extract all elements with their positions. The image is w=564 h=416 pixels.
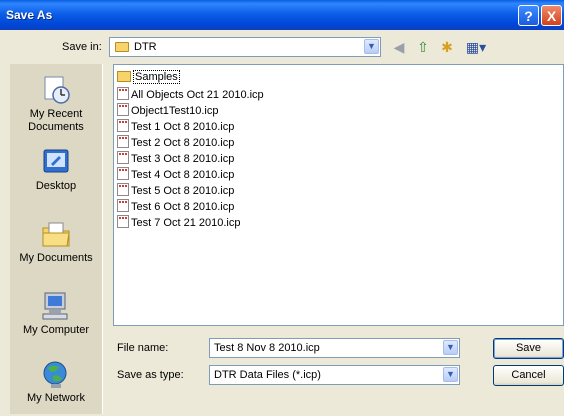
view-menu-icon[interactable]: ▦▾ bbox=[462, 38, 490, 56]
save-in-label: Save in: bbox=[62, 41, 102, 53]
chevron-down-icon[interactable]: ▼ bbox=[443, 340, 458, 355]
my-network-icon bbox=[39, 358, 73, 390]
file-icon bbox=[117, 119, 129, 132]
list-item[interactable]: Samples bbox=[117, 70, 180, 87]
places-bar: My Recent Documents Desktop My Documents bbox=[10, 64, 103, 414]
place-label: My Network bbox=[26, 392, 86, 404]
file-name: Test 3 Oct 8 2010.icp bbox=[131, 153, 235, 165]
up-folder-icon[interactable]: ⇧ bbox=[414, 38, 432, 56]
file-icon bbox=[117, 103, 129, 116]
recent-documents-icon bbox=[39, 74, 73, 106]
save-as-type-select[interactable]: DTR Data Files (*.icp) ▼ bbox=[209, 365, 460, 385]
list-item[interactable]: Test 5 Oct 8 2010.icp bbox=[117, 183, 234, 199]
save-in-value: DTR bbox=[134, 41, 157, 53]
list-item[interactable]: Object1Test10.icp bbox=[117, 103, 218, 119]
save-as-type-value: DTR Data Files (*.icp) bbox=[214, 369, 321, 381]
my-documents-icon bbox=[39, 218, 73, 250]
list-item[interactable]: Test 3 Oct 8 2010.icp bbox=[117, 151, 234, 167]
help-button[interactable]: ? bbox=[518, 5, 539, 26]
file-name: Test 1 Oct 8 2010.icp bbox=[131, 121, 235, 133]
file-name: Test 6 Oct 8 2010.icp bbox=[131, 201, 235, 213]
file-name-input[interactable]: Test 8 Nov 8 2010.icp ▼ bbox=[209, 338, 460, 358]
folder-icon bbox=[115, 42, 129, 52]
file-icon bbox=[117, 151, 129, 164]
place-my-computer[interactable]: My Computer bbox=[10, 290, 102, 337]
save-as-type-label: Save as type: bbox=[117, 369, 184, 381]
chevron-down-icon[interactable]: ▼ bbox=[443, 367, 458, 382]
file-icon bbox=[117, 135, 129, 148]
file-name: Test 2 Oct 8 2010.icp bbox=[131, 137, 235, 149]
save-in-combo[interactable]: DTR ▼ bbox=[109, 37, 381, 57]
file-list[interactable]: Samples All Objects Oct 21 2010.icp Obje… bbox=[113, 64, 564, 326]
list-item[interactable]: Test 4 Oct 8 2010.icp bbox=[117, 167, 234, 183]
place-my-documents[interactable]: My Documents bbox=[10, 218, 102, 265]
place-label: Desktop bbox=[35, 180, 77, 192]
list-item[interactable]: Test 2 Oct 8 2010.icp bbox=[117, 135, 234, 151]
folder-icon bbox=[117, 71, 131, 82]
list-item[interactable]: Test 1 Oct 8 2010.icp bbox=[117, 119, 234, 135]
file-name: Test 7 Oct 21 2010.icp bbox=[131, 217, 241, 229]
file-name-label: File name: bbox=[117, 342, 169, 354]
list-item[interactable]: All Objects Oct 21 2010.icp bbox=[117, 87, 264, 103]
place-label: My Recent Documents bbox=[28, 108, 84, 133]
edge-mark bbox=[3, 174, 5, 204]
file-name: Test 5 Oct 8 2010.icp bbox=[131, 185, 235, 197]
file-name: Object1Test10.icp bbox=[131, 105, 219, 117]
place-label: My Documents bbox=[19, 252, 93, 264]
place-desktop[interactable]: Desktop bbox=[10, 146, 102, 193]
back-icon[interactable]: ◀ bbox=[390, 38, 408, 56]
my-computer-icon bbox=[39, 290, 73, 322]
list-item[interactable]: Test 7 Oct 21 2010.icp bbox=[117, 215, 240, 231]
file-icon bbox=[117, 87, 129, 100]
title-bar: Save As ? X bbox=[0, 0, 564, 30]
file-name: Test 4 Oct 8 2010.icp bbox=[131, 169, 235, 181]
desktop-icon bbox=[39, 146, 73, 178]
window-title: Save As bbox=[6, 8, 53, 22]
file-icon bbox=[117, 199, 129, 212]
chevron-down-icon[interactable]: ▼ bbox=[364, 39, 379, 54]
file-icon bbox=[117, 215, 129, 228]
place-label: My Computer bbox=[22, 324, 90, 336]
close-button[interactable]: X bbox=[541, 5, 562, 26]
list-item[interactable]: Test 6 Oct 8 2010.icp bbox=[117, 199, 234, 215]
file-name: Samples bbox=[133, 70, 180, 84]
cancel-button[interactable]: Cancel bbox=[493, 365, 564, 386]
file-icon bbox=[117, 183, 129, 196]
file-icon bbox=[117, 167, 129, 180]
file-name-value: Test 8 Nov 8 2010.icp bbox=[214, 342, 320, 354]
place-my-network[interactable]: My Network bbox=[10, 358, 102, 405]
save-button[interactable]: Save bbox=[493, 338, 564, 359]
place-my-recent-documents[interactable]: My Recent Documents bbox=[10, 74, 102, 134]
file-name: All Objects Oct 21 2010.icp bbox=[131, 89, 264, 101]
new-folder-icon[interactable]: ✱ bbox=[438, 38, 456, 56]
